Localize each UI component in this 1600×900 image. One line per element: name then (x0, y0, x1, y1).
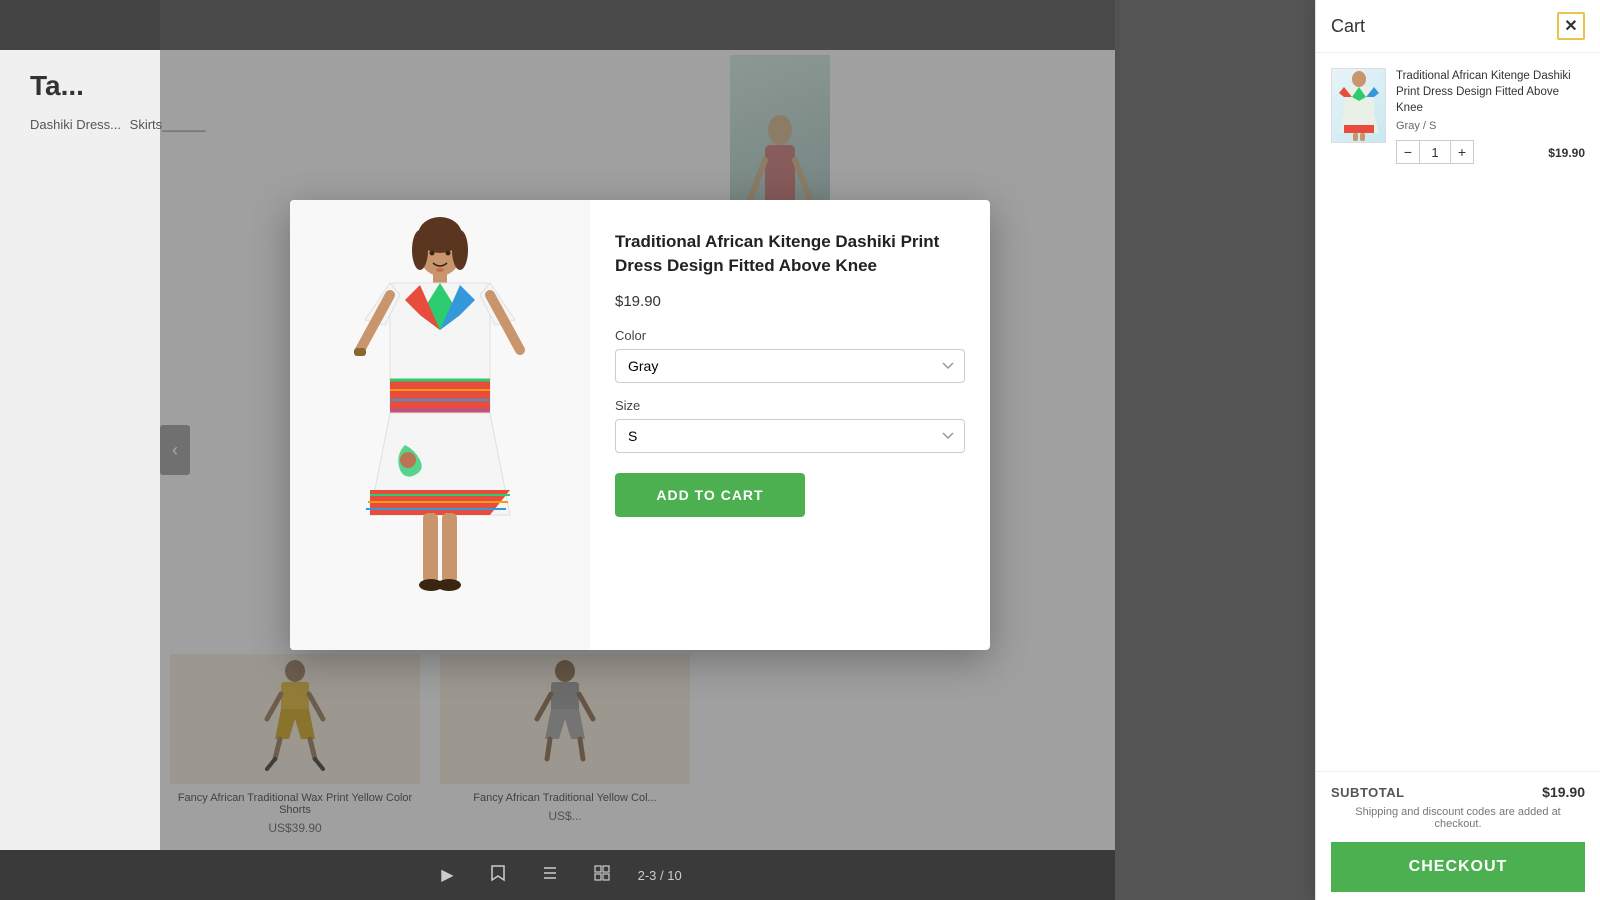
qty-increase-button[interactable]: + (1450, 140, 1474, 164)
list-button[interactable] (534, 861, 566, 890)
subtotal-row: SUBTOTAL $19.90 (1331, 784, 1585, 800)
qty-decrease-button[interactable]: − (1396, 140, 1420, 164)
cart-item: Traditional African Kitenge Dashiki Prin… (1331, 68, 1585, 164)
cart-item-variant: Gray / S (1396, 120, 1585, 132)
cart-item-name: Traditional African Kitenge Dashiki Prin… (1396, 68, 1585, 116)
modal-product-title: Traditional African Kitenge Dashiki Prin… (615, 230, 965, 278)
subtotal-label: SUBTOTAL (1331, 785, 1405, 800)
cart-header: Cart ✕ (1316, 0, 1600, 53)
nav-dashiki: Dashiki Dress... (30, 117, 121, 132)
add-to-cart-button[interactable]: ADD TO CART (615, 473, 805, 517)
modal-overlay: Traditional African Kitenge Dashiki Prin… (160, 0, 1120, 850)
cart-item-image (1331, 68, 1386, 143)
page-info: 2-3 / 10 (638, 868, 682, 883)
cart-item-controls: − 1 + (1396, 140, 1474, 164)
cart-items-list: Traditional African Kitenge Dashiki Prin… (1316, 53, 1600, 771)
product-modal: Traditional African Kitenge Dashiki Prin… (290, 200, 990, 650)
checkout-button[interactable]: CHECKOUT (1331, 842, 1585, 892)
color-label: Color (615, 328, 965, 343)
grid-button[interactable] (586, 860, 618, 891)
cart-subtotal-section: SUBTOTAL $19.90 Shipping and discount co… (1316, 771, 1600, 900)
play-button[interactable]: ▶ (433, 860, 461, 890)
size-select[interactable]: XS S M L XL XXL (615, 419, 965, 453)
product-image (345, 215, 535, 635)
color-select[interactable]: Gray Black White Blue Red (615, 349, 965, 383)
cart-item-info: Traditional African Kitenge Dashiki Prin… (1396, 68, 1585, 164)
subtotal-amount: $19.90 (1542, 784, 1585, 800)
modal-image-section (290, 200, 590, 650)
bookmark-button[interactable] (482, 859, 514, 892)
cart-sidebar: Cart ✕ Traditional (1315, 0, 1600, 900)
modal-details: Traditional African Kitenge Dashiki Prin… (590, 200, 990, 650)
modal-price: $19.90 (615, 293, 965, 310)
shipping-note: Shipping and discount codes are added at… (1331, 806, 1585, 830)
size-label: Size (615, 398, 965, 413)
cart-close-button[interactable]: ✕ (1557, 12, 1585, 40)
cart-item-row: Traditional African Kitenge Dashiki Prin… (1396, 68, 1585, 120)
cart-item-price: $19.90 (1548, 146, 1585, 160)
bottom-toolbar: ▶ 2-3 / 10 (0, 850, 1115, 900)
qty-display: 1 (1420, 140, 1450, 164)
cart-title: Cart (1331, 16, 1365, 37)
